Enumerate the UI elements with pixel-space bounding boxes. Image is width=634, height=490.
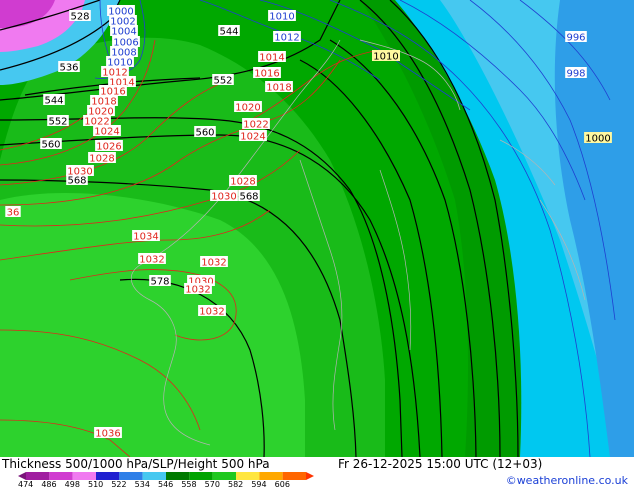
scale-tick: 594 (251, 480, 267, 489)
slp_labels_red-label: 1032 (201, 258, 226, 269)
slp_labels_red-label: 1032 (185, 285, 210, 296)
scale-tick: 498 (64, 480, 80, 489)
scale-swatch (142, 472, 166, 480)
slp_labels_red-label: 1024 (94, 127, 119, 138)
scale-tick: 558 (181, 480, 197, 489)
scale-tick: 522 (111, 480, 127, 489)
scale-tick: 570 (204, 480, 220, 489)
scale-tick: 510 (88, 480, 104, 489)
slp_labels_red-label: 1036 (95, 429, 120, 440)
slp_labels_red-label: 1030 (67, 167, 92, 178)
slp_labels_red-label: 36 (7, 208, 20, 219)
scale-swatch (189, 472, 213, 480)
slp_labels_red-label: 1034 (133, 232, 158, 243)
scale-left-arrow (18, 472, 26, 480)
slp_labels_red-label: 1014 (259, 53, 284, 64)
height_labels-label: 544 (44, 96, 63, 107)
scale-swatch (49, 472, 73, 480)
map-footer: Thickness 500/1000 hPa/SLP/Height 500 hP… (0, 457, 634, 490)
height_labels-label: 560 (41, 140, 60, 151)
slp_labels_blue-label: 996 (566, 33, 585, 44)
yellow_labels-label: 1010 (373, 52, 398, 63)
slp_labels_blue-label: 998 (566, 69, 585, 80)
slp_labels_red-label: 1032 (199, 307, 224, 318)
scale-tick: 546 (158, 480, 174, 489)
height_labels-label: 552 (213, 76, 232, 87)
scale-tick: 486 (41, 480, 57, 489)
height_labels-label: 568 (239, 192, 258, 203)
height_labels-label: 536 (59, 63, 78, 74)
map-title: Thickness 500/1000 hPa/SLP/Height 500 hP… (2, 457, 270, 471)
scale-right-arrow (306, 472, 314, 480)
credit-link[interactable]: ©weatheronline.co.uk (506, 474, 628, 487)
slp_labels_blue-label: 1004 (111, 27, 136, 38)
slp_labels_red-label: 1028 (89, 154, 114, 165)
scale-swatch (282, 472, 306, 480)
scale-swatch (26, 472, 50, 480)
slp_labels_red-label: 1016 (254, 69, 279, 80)
slp_labels_red-label: 1020 (235, 103, 260, 114)
scale-tick: 474 (18, 480, 34, 489)
scale-swatch (259, 472, 283, 480)
slp_labels_red-label: 1032 (139, 255, 164, 266)
slp_labels_blue-label: 1010 (269, 12, 294, 23)
scale-swatch (119, 472, 143, 480)
yellow_labels-label: 1000 (585, 134, 610, 145)
weather-map: 5285365445445525525605605685685781000100… (0, 0, 634, 457)
slp_labels_red-label: 1030 (211, 192, 236, 203)
height_labels-label: 578 (150, 277, 169, 288)
slp_labels_red-label: 1026 (96, 142, 121, 153)
scale-tick: 534 (134, 480, 150, 489)
slp_labels_red-label: 1024 (240, 132, 265, 143)
slp_labels_red-label: 1028 (230, 177, 255, 188)
height_labels-label: 528 (70, 12, 89, 23)
scale-tick: 606 (274, 480, 290, 489)
scale-swatch (96, 472, 120, 480)
slp_labels_red-label: 1018 (266, 83, 291, 94)
weather-map-screen: 528 536 544 544 552 552 560 560 568 568 578 1000 100… (0, 0, 634, 490)
slp_labels_red-label: 1022 (243, 120, 268, 131)
scale-swatch (166, 472, 190, 480)
height_labels-label: 552 (48, 117, 67, 128)
scale-swatch (236, 472, 260, 480)
scale-swatch (212, 472, 236, 480)
height_labels-label: 560 (195, 128, 214, 139)
scale-tick: 582 (228, 480, 244, 489)
height_labels-label: 544 (219, 27, 238, 38)
valid-time: Fr 26-12-2025 15:00 UTC (12+03) (338, 457, 543, 471)
slp_labels_blue-label: 1012 (274, 33, 299, 44)
scale-swatch (72, 472, 96, 480)
